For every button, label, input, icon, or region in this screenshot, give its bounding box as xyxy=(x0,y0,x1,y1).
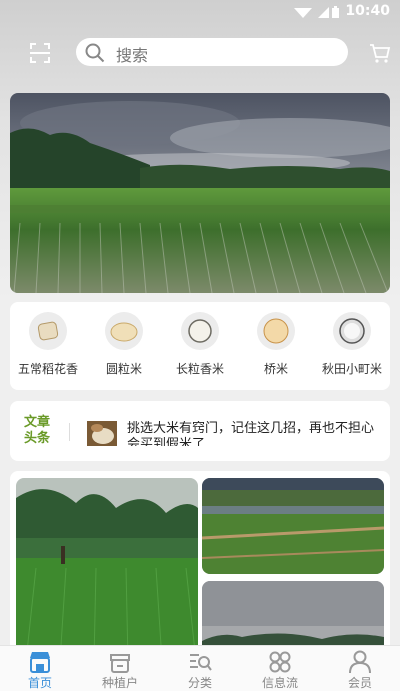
tab-home[interactable]: 首页 xyxy=(8,649,72,690)
tab-label: 分类 xyxy=(187,676,212,690)
search-row: 搜索 xyxy=(0,36,400,70)
status-time: 10:40 xyxy=(345,3,390,19)
tab-label: 首页 xyxy=(27,676,52,690)
home-store-icon xyxy=(27,649,53,675)
wifi-icon xyxy=(294,8,312,18)
divider xyxy=(69,423,70,441)
tab-label: 种植户 xyxy=(101,676,138,690)
category-item[interactable]: 五常稻花香 xyxy=(10,312,86,377)
category-label: 长粒香米 xyxy=(175,362,224,376)
category-item[interactable]: 长粒香米 xyxy=(162,312,238,377)
banner-carousel[interactable] xyxy=(10,93,390,293)
tab-label: 会员 xyxy=(347,676,372,690)
tab-member[interactable]: 会员 xyxy=(328,649,392,690)
category-label: 桥米 xyxy=(263,362,288,376)
status-bar: 10:40 xyxy=(0,0,400,24)
category-label: 秋田小町米 xyxy=(321,362,382,376)
rice-bowl-icon xyxy=(181,312,219,350)
category-item[interactable]: 圆粒米 xyxy=(86,312,162,377)
category-search-icon xyxy=(187,649,213,675)
category-item[interactable]: 桥米 xyxy=(238,312,314,377)
cart-icon[interactable] xyxy=(368,41,392,65)
signal-icons xyxy=(294,6,339,18)
search-input[interactable]: 搜索 xyxy=(76,38,348,66)
search-placeholder: 搜索 xyxy=(116,46,149,65)
gallery-image[interactable] xyxy=(16,478,198,661)
battery-icon xyxy=(332,8,339,18)
user-icon xyxy=(347,649,373,675)
gallery-image[interactable] xyxy=(202,478,384,574)
rice-bowl-icon xyxy=(257,312,295,350)
tab-growers[interactable]: 种植户 xyxy=(88,649,152,690)
category-label: 五常稻花香 xyxy=(17,362,78,376)
tab-label: 信息流 xyxy=(261,676,298,690)
shop-icon xyxy=(107,649,133,675)
news-thumbnail xyxy=(87,421,117,446)
category-label: 圆粒米 xyxy=(105,362,142,376)
news-headline[interactable]: 挑选大米有窍门，记住这几招，再也不担心会买到假米了 xyxy=(127,421,377,446)
scan-icon[interactable] xyxy=(28,41,52,65)
photo-gallery xyxy=(10,471,390,661)
tab-category[interactable]: 分类 xyxy=(168,649,232,690)
grid-circles-icon xyxy=(267,649,293,675)
banner-image xyxy=(10,93,390,293)
category-list: 五常稻花香 圆粒米 长粒香米 桥米 秋田小町米 xyxy=(10,302,390,390)
rice-bowl-icon xyxy=(105,312,143,350)
search-icon xyxy=(85,43,105,63)
news-ticker[interactable]: 文章头条 挑选大米有窍门，记住这几招，再也不担心会买到假米了 xyxy=(10,401,390,461)
cellular-signal-icon xyxy=(318,7,329,18)
tab-feed[interactable]: 信息流 xyxy=(248,649,312,690)
rice-bowl-icon xyxy=(29,312,67,350)
news-tag: 文章头条 xyxy=(24,415,51,446)
category-item[interactable]: 秋田小町米 xyxy=(314,312,390,377)
bottom-tab-bar: 首页 种植户 分类 信息流 会员 xyxy=(0,645,400,691)
rice-bowl-icon xyxy=(333,312,371,350)
